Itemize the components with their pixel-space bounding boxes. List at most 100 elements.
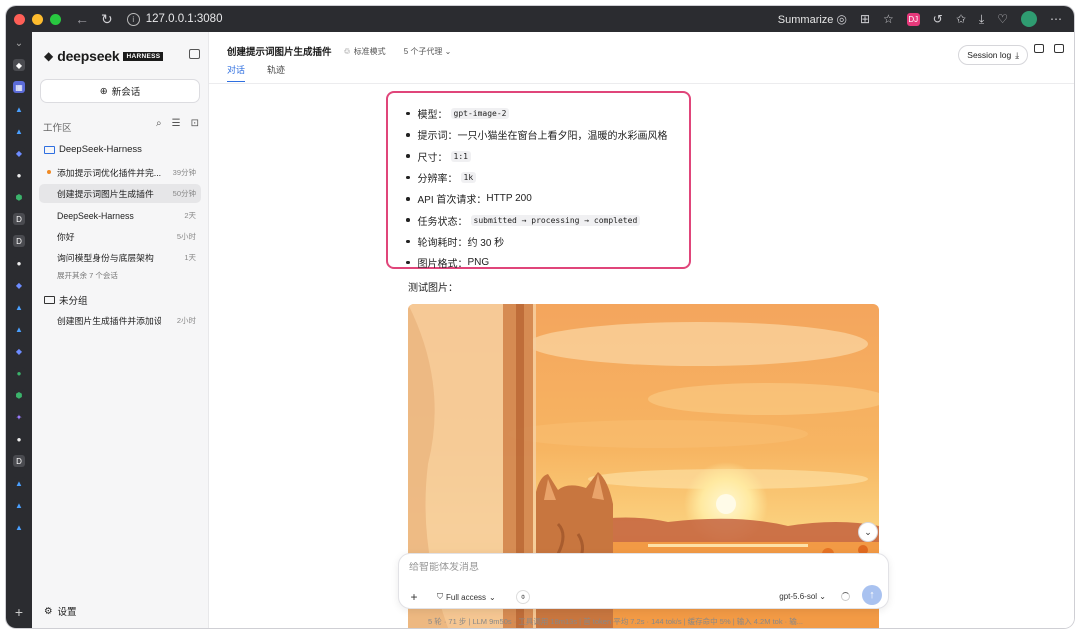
conversation-title: DeepSeek-Harness bbox=[57, 210, 134, 221]
summarize-button[interactable]: Summarize ◎ bbox=[778, 12, 847, 26]
conversation-item[interactable]: 添加提示词优化插件并完... 39分钟 bbox=[39, 163, 201, 182]
health-icon[interactable]: ♡ bbox=[997, 12, 1008, 26]
conversation-item[interactable]: 你好 5小时 bbox=[39, 227, 201, 246]
send-button[interactable]: ↑ bbox=[862, 585, 882, 605]
expand-more-link[interactable]: 展开其余 7 个会话 bbox=[57, 270, 118, 281]
profile-avatar[interactable] bbox=[1021, 11, 1037, 27]
paperclip-button[interactable]: ⌽ bbox=[516, 590, 530, 604]
filter-icon[interactable]: ☰ bbox=[172, 118, 181, 129]
conversation-item[interactable]: DeepSeek-Harness 2天 bbox=[39, 206, 201, 225]
subagents-label: 5 个子代理 bbox=[403, 46, 443, 56]
item-value: HTTP 200 bbox=[486, 193, 532, 205]
folder-icon bbox=[44, 145, 55, 154]
tab-github-icon[interactable]: ● bbox=[13, 257, 25, 269]
item-label: 尺寸： bbox=[417, 152, 448, 164]
tab-github-icon[interactable]: ● bbox=[13, 433, 25, 445]
more-menu-icon[interactable]: ⋯ bbox=[1050, 12, 1062, 26]
tab-d-icon[interactable]: D bbox=[13, 455, 25, 467]
chevron-down-icon[interactable]: ⌄ bbox=[15, 38, 23, 49]
new-chat-button[interactable]: ⊕ 新会话 bbox=[40, 79, 200, 103]
item-code: submitted → processing → completed bbox=[470, 214, 641, 226]
tab-whale-icon[interactable]: ◆ bbox=[13, 279, 25, 291]
tab-chart-icon[interactable]: ▲ bbox=[13, 499, 25, 511]
extension-icon[interactable]: DJ bbox=[906, 12, 920, 26]
apps-icon[interactable]: ⊞ bbox=[860, 12, 870, 26]
list-item: API 首次请求： HTTP 200 bbox=[406, 188, 668, 209]
download-icon[interactable]: ⤓ bbox=[979, 12, 984, 27]
scroll-to-bottom-button[interactable]: ⌄ bbox=[858, 522, 878, 542]
tab-github-icon[interactable]: ● bbox=[13, 169, 25, 181]
tab-whale-icon[interactable]: ◆ bbox=[13, 147, 25, 159]
new-tab-icon[interactable]: + bbox=[15, 604, 23, 620]
refresh-extension-icon[interactable]: ↺ bbox=[933, 12, 943, 26]
tab-chart-icon[interactable]: ▲ bbox=[13, 301, 25, 313]
tab-d-icon[interactable]: D bbox=[13, 213, 25, 225]
browser-toolbar: ← ↻ i 127.0.0.1:3080 Summarize ◎ ⊞ ☆ DJ … bbox=[6, 6, 1074, 32]
sidebar-toggle-icon[interactable] bbox=[189, 49, 200, 59]
page-title: 创建提示词图片生成插件 bbox=[227, 47, 332, 58]
tab-chart-icon[interactable]: ▲ bbox=[13, 521, 25, 533]
tab-chart-icon[interactable]: ▲ bbox=[13, 477, 25, 489]
message-composer: + ⛉Full access⌄ ⌽ gpt-5.6-sol ⌄ ↑ bbox=[398, 553, 889, 609]
conversation-title: 询问模型身份与底层架构 bbox=[57, 253, 154, 263]
back-arrow-icon[interactable]: ← bbox=[75, 11, 89, 27]
conversation-item[interactable]: 询问模型身份与底层架构 1天 bbox=[39, 248, 201, 267]
tab-chat[interactable]: 对话 bbox=[227, 63, 246, 82]
address-bar[interactable]: i 127.0.0.1:3080 bbox=[126, 12, 222, 26]
shield-icon: ⛉ bbox=[437, 592, 443, 601]
conversation-time: 5小时 bbox=[176, 232, 196, 241]
item-label: 轮询耗时： bbox=[417, 237, 468, 249]
tab-deepseek-icon[interactable]: ◆ bbox=[13, 59, 25, 71]
tab-chart-icon[interactable]: ▲ bbox=[13, 103, 25, 115]
conversation-time: 2小时 bbox=[176, 316, 196, 325]
add-attachment-button[interactable]: + bbox=[406, 589, 422, 605]
site-info-icon[interactable]: i bbox=[126, 12, 140, 26]
search-icon[interactable]: ⌕ bbox=[156, 118, 162, 129]
access-dropdown[interactable]: ⛉ Full access ⌄ bbox=[437, 592, 496, 602]
item-label: 提示词： bbox=[417, 131, 458, 143]
browser-actions: Summarize ◎ ⊞ ☆ DJ ↺ ✩ ⤓ ♡ ⋯ bbox=[778, 11, 1062, 27]
conversation-item-active[interactable]: 创建提示词图片生成插件 50分钟 bbox=[39, 184, 201, 203]
minimize-window-button[interactable] bbox=[32, 13, 43, 25]
session-log-button[interactable]: Session log ⤓ bbox=[958, 45, 1028, 65]
group-title-deepseek-harness[interactable]: DeepSeek-Harness bbox=[44, 144, 142, 155]
conversation-item[interactable]: 创建图片生成插件并添加设... 2小时 bbox=[39, 311, 201, 330]
mode-selector[interactable]: ♲ 标准模式 bbox=[344, 46, 386, 57]
brand-tag: HARNESS bbox=[123, 51, 164, 61]
message-input[interactable] bbox=[409, 562, 849, 573]
list-item: 模型： gpt-image-2 bbox=[406, 103, 668, 124]
conversation-title: 你好 bbox=[57, 232, 75, 242]
tab-link-icon[interactable]: ✦ bbox=[13, 411, 25, 423]
tab-shield-icon[interactable]: ⬢ bbox=[13, 389, 25, 401]
list-item: 图片格式： PNG bbox=[406, 252, 668, 273]
panel-bottom-icon[interactable] bbox=[1034, 44, 1044, 53]
reload-icon[interactable]: ↻ bbox=[101, 11, 113, 28]
tab-grid-icon[interactable]: ▦ bbox=[13, 81, 25, 93]
list-item: 轮询耗时：约 30 秒 bbox=[406, 231, 668, 252]
tab-chart-icon[interactable]: ▲ bbox=[13, 323, 25, 335]
subagents-dropdown[interactable]: 5 个子代理 ⌄ bbox=[404, 46, 452, 57]
bookmark-star-icon[interactable]: ☆ bbox=[883, 12, 894, 26]
group-title-ungrouped[interactable]: 未分组 bbox=[44, 293, 88, 307]
favorites-icon[interactable]: ✩ bbox=[956, 12, 966, 26]
tab-trace[interactable]: 轨迹 bbox=[267, 63, 285, 82]
tab-d-icon[interactable]: D bbox=[13, 235, 25, 247]
close-window-button[interactable] bbox=[14, 13, 25, 25]
item-label: 分辨率： bbox=[417, 174, 458, 186]
list-item: 尺寸： 1:1 bbox=[406, 146, 668, 167]
list-item: 任务状态： submitted → processing → completed bbox=[406, 209, 668, 230]
panel-right-icon[interactable] bbox=[1054, 44, 1064, 53]
tab-shield-icon[interactable]: ⬢ bbox=[13, 191, 25, 203]
zoom-window-button[interactable] bbox=[50, 13, 61, 25]
tab-whale-icon[interactable]: ◆ bbox=[13, 345, 25, 357]
vertical-tab-rail: ⌄ ◆ ▦ ▲ ▲ ◆ ● ⬢ D D ● ◆ ▲ ▲ ◆ ● ⬢ ✦ ● D … bbox=[6, 32, 32, 628]
tab-chart-icon[interactable]: ▲ bbox=[13, 125, 25, 137]
model-selector[interactable]: gpt-5.6-sol ⌄ bbox=[779, 592, 826, 601]
settings-button[interactable]: ⚙ 设置 bbox=[44, 604, 77, 619]
summarize-icon: ◎ bbox=[836, 12, 847, 26]
item-label: 模型： bbox=[417, 110, 448, 122]
new-folder-icon[interactable]: ⊡ bbox=[191, 118, 199, 129]
result-list: 模型： gpt-image-2 提示词： 一只小猫坐在窗台上看夕阳，温暖的水彩画风格… bbox=[406, 103, 668, 273]
tab-globe-icon[interactable]: ● bbox=[13, 367, 25, 379]
main-panel: 创建提示词图片生成插件 ♲ 标准模式 5 个子代理 ⌄ 对话 轨迹 Session… bbox=[209, 32, 1074, 628]
